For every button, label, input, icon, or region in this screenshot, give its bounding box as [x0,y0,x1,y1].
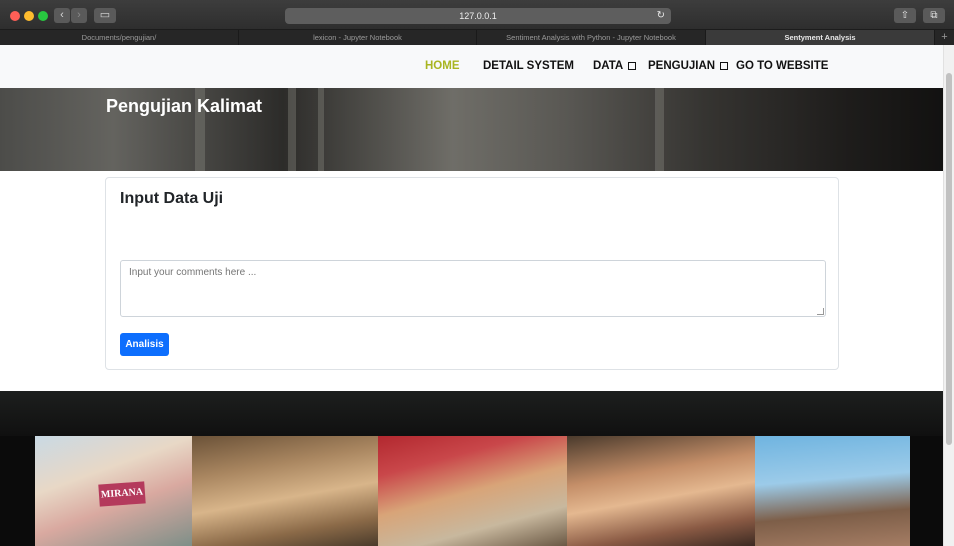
address-bar[interactable]: 127.0.0.1 ↻ [285,8,671,24]
footer-background [0,391,943,436]
store-sign: MIRANA [98,481,146,507]
scrollbar-thumb[interactable] [946,73,952,445]
minimize-window-button[interactable] [24,11,34,21]
nav-pengujian[interactable]: PENGUJIAN [648,45,729,88]
site-navbar: HOME DETAIL SYSTEM DATA PENGUJIAN GO TO … [0,45,943,88]
sidebar-icon[interactable]: ▭ [94,8,116,23]
tab-lexicon[interactable]: lexicon - Jupyter Notebook [239,30,477,45]
browser-toolbar: ‹ › ▭ 127.0.0.1 ↻ ⇧ ⧉ [0,0,954,30]
footer-gallery: MIRANA [0,391,943,546]
share-icon[interactable]: ⇧ [894,8,916,23]
tab-sentiment-notebook[interactable]: Sentiment Analysis with Python - Jupyter… [477,30,706,45]
url-text: 127.0.0.1 [459,11,497,21]
page-scrollbar[interactable] [943,45,954,546]
input-card: Input Data Uji Analisis [105,177,839,370]
tab-documents[interactable]: Documents/pengujian/ [0,30,239,45]
show-tabs-icon[interactable]: ⧉ [923,8,945,23]
nav-data-label: DATA [593,60,624,72]
tab-sentyment-analysis[interactable]: Sentyment Analysis [706,30,935,45]
maximize-window-button[interactable] [38,11,48,21]
nav-go-to-website[interactable]: GO TO WEBSITE [736,45,828,88]
resize-grip-icon[interactable] [817,308,824,315]
hero-banner: Pengujian Kalimat [0,88,943,171]
page-title: Pengujian Kalimat [106,96,263,116]
dropdown-icon [628,62,637,70]
comment-textarea[interactable] [120,260,826,317]
gallery-photo-satay [192,436,378,546]
forward-icon[interactable]: › [71,8,87,23]
reload-icon[interactable]: ↻ [657,8,665,24]
back-icon[interactable]: ‹ [54,8,70,23]
nav-data[interactable]: DATA [593,45,637,88]
gallery-photo-market [378,436,567,546]
analisis-button[interactable]: Analisis [120,333,169,356]
nav-detail-system[interactable]: DETAIL SYSTEM [483,45,574,88]
tab-bar: Documents/pengujian/ lexicon - Jupyter N… [0,30,954,45]
gallery-photo-storefront: MIRANA [35,436,192,546]
new-tab-icon[interactable]: + [935,30,954,45]
card-title: Input Data Uji [120,190,224,207]
browser-window: ‹ › ▭ 127.0.0.1 ↻ ⇧ ⧉ Documents/pengujia… [0,0,954,546]
dropdown-icon [720,62,729,70]
nav-home[interactable]: HOME [425,45,460,88]
close-window-button[interactable] [10,11,20,21]
gallery-photo-couple [567,436,755,546]
gallery-photo-sky [755,436,910,546]
nav-pengujian-label: PENGUJIAN [648,60,716,72]
